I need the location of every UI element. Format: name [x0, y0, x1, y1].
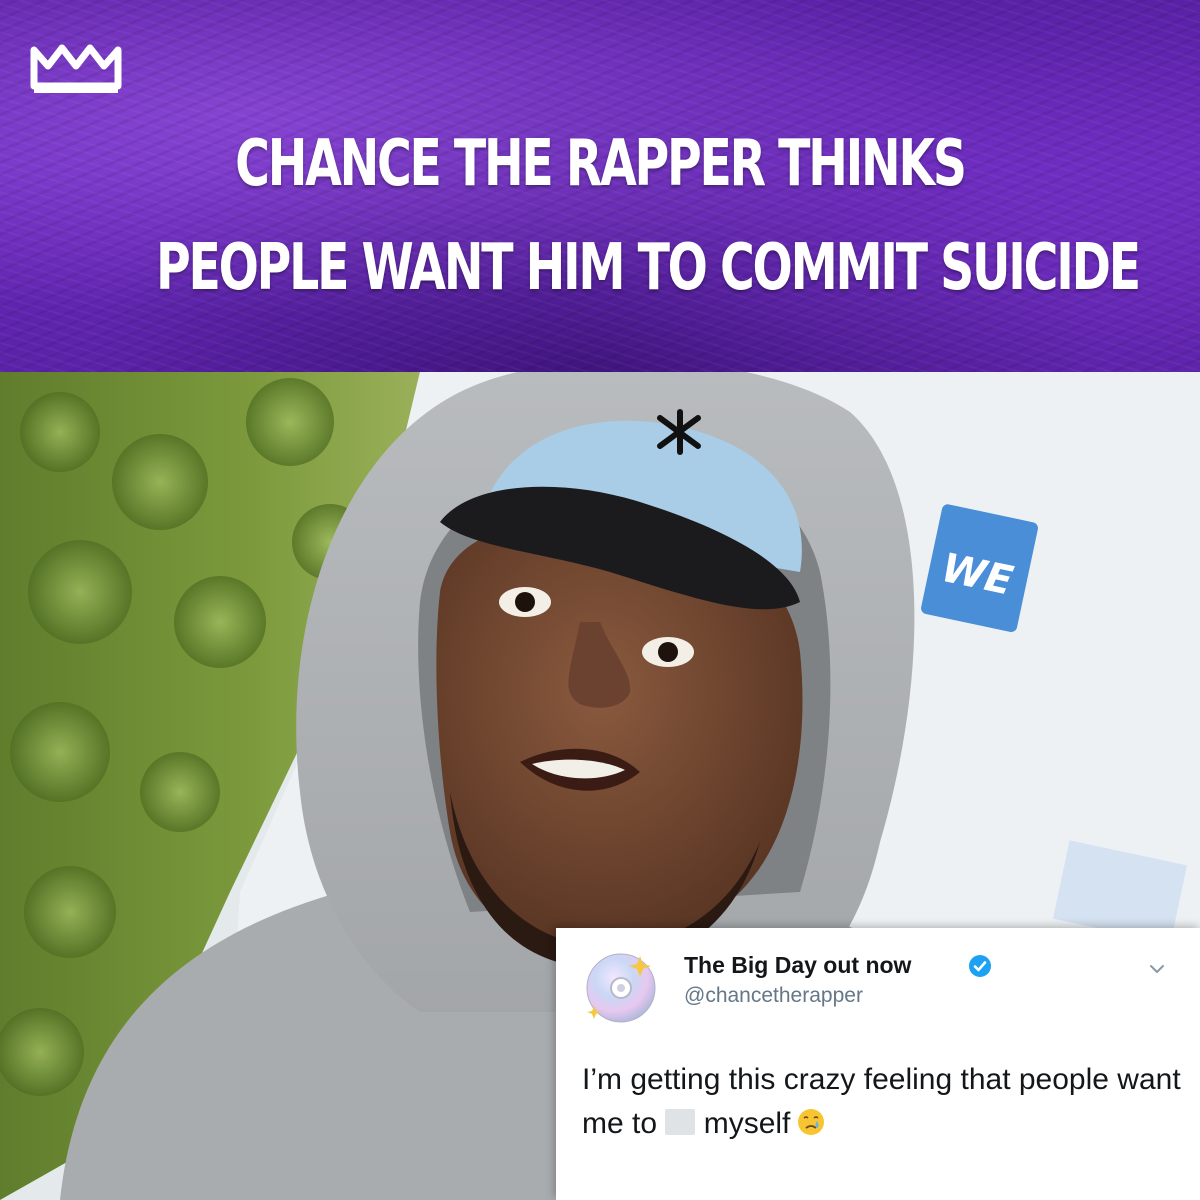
crying-face-icon — [798, 1109, 825, 1135]
censored-word — [665, 1109, 696, 1135]
tweet-handle[interactable]: @chancetherapper — [684, 984, 863, 1008]
headline-line-1: CHANCE THE RAPPER THINKS — [235, 127, 967, 201]
chevron-down-icon[interactable] — [1146, 958, 1168, 980]
tweet-display-name[interactable]: The Big Day out now — [684, 952, 911, 979]
tweet-card: The Big Day out now @chancetherapper I’m… — [556, 928, 1200, 1200]
tweet-text-part-2: myself — [695, 1107, 791, 1140]
tweet-text: I’m getting this crazy feeling that peop… — [582, 1058, 1182, 1146]
headline-banner: CHANCE THE RAPPER THINKS PEOPLE WANT HIM… — [0, 0, 1200, 372]
verified-badge-icon — [969, 955, 991, 977]
brand-logo-icon — [30, 44, 122, 93]
headline-line-2: PEOPLE WANT HIM TO COMMIT SUICIDE — [156, 231, 1141, 305]
cd-disc-avatar-icon — [586, 953, 656, 1023]
headline: CHANCE THE RAPPER THINKS PEOPLE WANT HIM… — [156, 112, 1141, 320]
